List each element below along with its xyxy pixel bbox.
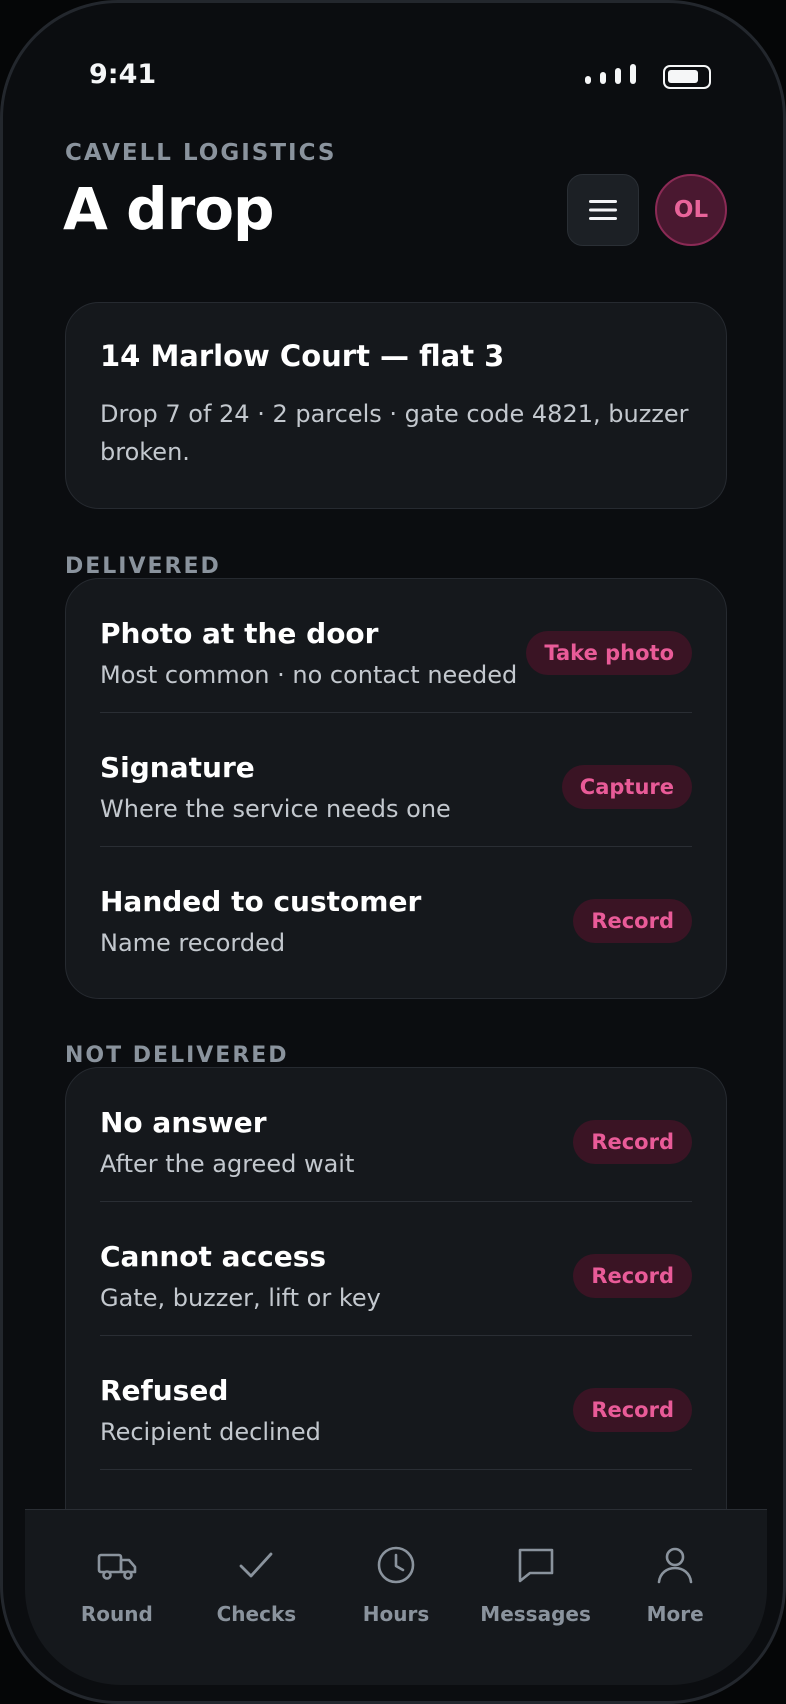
option-subtitle: After the agreed wait — [100, 1150, 355, 1178]
tab-label: Hours — [362, 1602, 430, 1626]
company-name: CAVELL LOGISTICS — [65, 140, 337, 166]
record-button[interactable]: Record — [573, 899, 692, 943]
signal-icon — [585, 64, 643, 87]
option-row-no-answer[interactable]: No answer After the agreed wait Record — [100, 1068, 692, 1202]
tab-messages[interactable]: Messages — [466, 1510, 606, 1685]
battery-icon — [663, 65, 711, 89]
option-subtitle: Recipient declined — [100, 1418, 321, 1446]
hamburger-icon — [589, 200, 617, 220]
capture-button[interactable]: Capture — [561, 765, 692, 809]
message-icon — [518, 1548, 553, 1583]
tab-label: Checks — [216, 1602, 297, 1626]
status-bar: 9:41 — [3, 3, 783, 143]
record-button[interactable]: Record — [573, 1254, 692, 1298]
option-title: No answer — [100, 1106, 267, 1139]
option-subtitle: Name recorded — [100, 929, 286, 957]
delivered-options-card: Photo at the door Most common · no conta… — [65, 578, 727, 999]
option-title: Refused — [100, 1374, 229, 1407]
page-title: A drop — [63, 175, 275, 243]
tab-round[interactable]: Round — [47, 1510, 187, 1685]
record-button[interactable]: Record — [573, 1388, 692, 1432]
tab-label: Round — [80, 1602, 153, 1626]
clock-icon — [377, 1546, 415, 1584]
option-title: Signature — [100, 751, 255, 784]
option-row-refused[interactable]: Refused Recipient declined Record — [100, 1336, 692, 1470]
option-title: Photo at the door — [100, 617, 379, 650]
drop-info-card: 14 Marlow Court — flat 3 Drop 7 of 24 · … — [65, 302, 727, 509]
menu-button[interactable] — [567, 174, 639, 246]
option-row-signature[interactable]: Signature Where the service needs one Ca… — [100, 713, 692, 847]
tab-label: More — [646, 1602, 704, 1626]
person-icon — [657, 1547, 693, 1584]
drop-address: 14 Marlow Court — flat 3 — [100, 339, 505, 373]
tab-label: Messages — [480, 1602, 591, 1626]
option-row-photo[interactable]: Photo at the door Most common · no conta… — [100, 579, 692, 713]
tab-hours[interactable]: Hours — [326, 1510, 466, 1685]
option-title: Handed to customer — [100, 885, 422, 918]
option-subtitle: Where the service needs one — [100, 795, 451, 823]
check-icon — [239, 1552, 273, 1578]
option-title: Cannot access — [100, 1240, 327, 1273]
option-subtitle: Most common · no contact needed — [100, 661, 518, 689]
tab-checks[interactable]: Checks — [187, 1510, 327, 1685]
section-label-delivered: DELIVERED — [65, 554, 221, 579]
tab-more[interactable]: More — [605, 1510, 745, 1685]
option-subtitle: Gate, buzzer, lift or key — [100, 1284, 381, 1312]
option-row-handed[interactable]: Handed to customer Name recorded Record — [100, 847, 692, 981]
tab-bar: Round Checks Hours Messages More — [25, 1509, 767, 1685]
drop-details: Drop 7 of 24 · 2 parcels · gate code 482… — [100, 400, 689, 466]
truck-icon — [97, 1553, 137, 1580]
section-label-not-delivered: NOT DELIVERED — [65, 1043, 289, 1068]
phone-frame: 9:41 CAVELL LOGISTICS A drop OL 14 Marlo… — [0, 0, 786, 1704]
take-photo-button[interactable]: Take photo — [526, 631, 692, 675]
record-button[interactable]: Record — [573, 1120, 692, 1164]
status-time: 9:41 — [89, 59, 157, 90]
avatar[interactable]: OL — [655, 174, 727, 246]
option-row-cannot-access[interactable]: Cannot access Gate, buzzer, lift or key … — [100, 1202, 692, 1336]
